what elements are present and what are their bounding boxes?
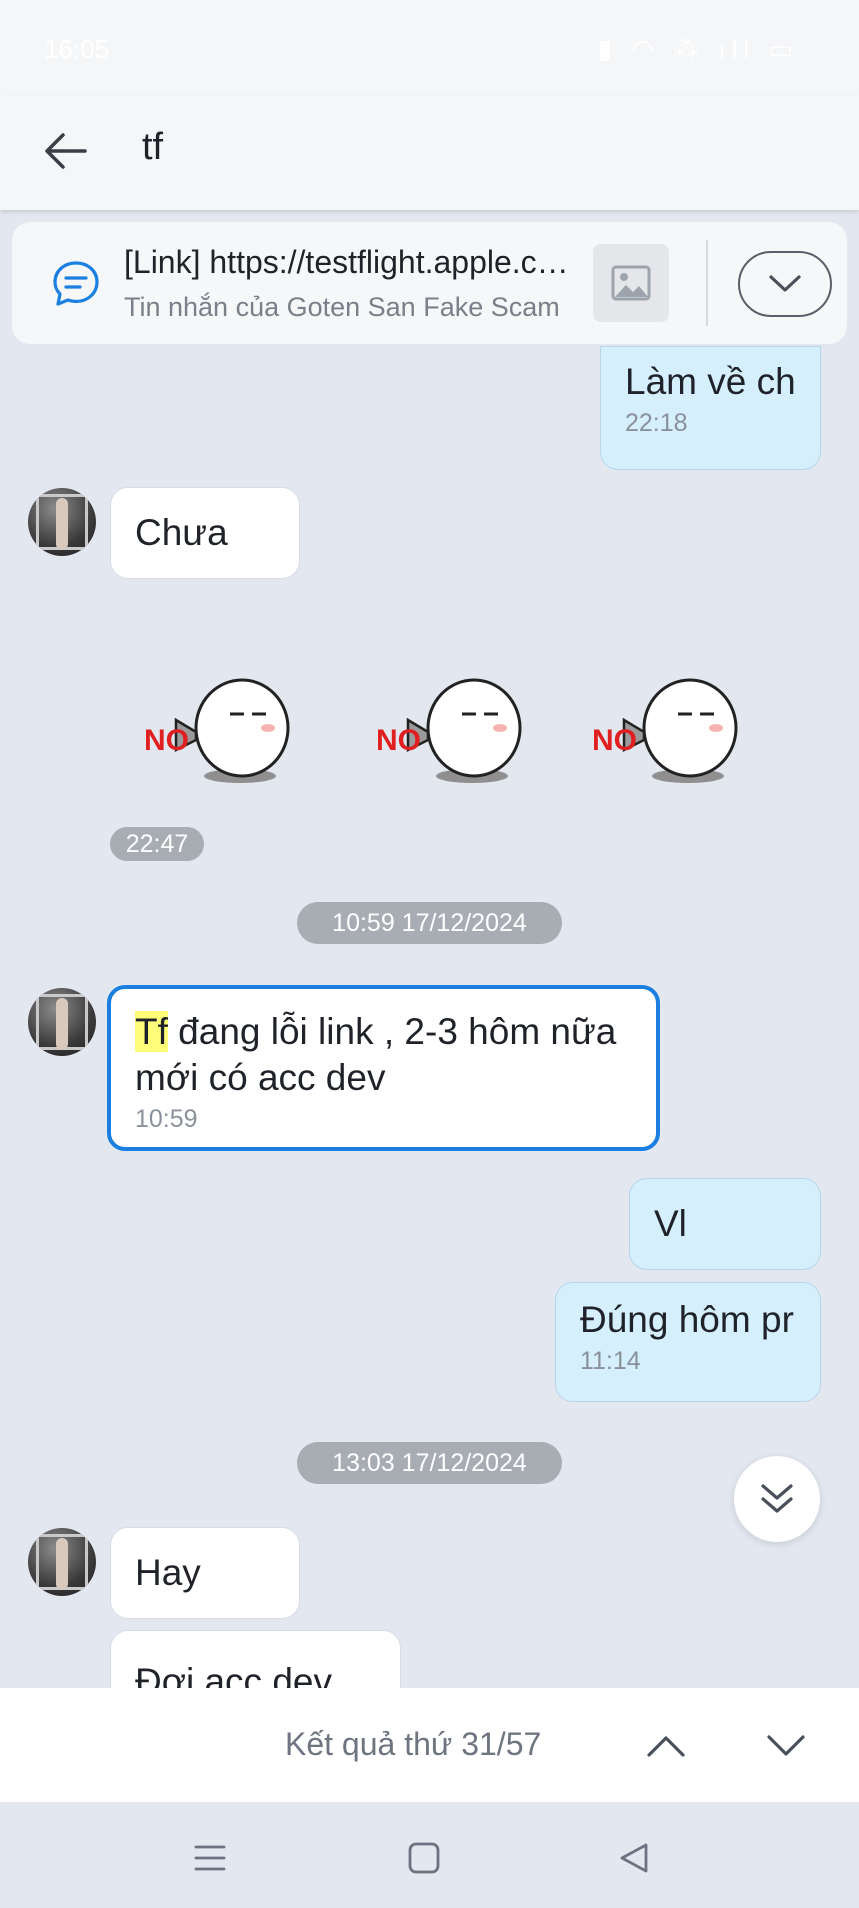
next-result-button[interactable] — [756, 1716, 816, 1776]
avatar[interactable] — [28, 488, 96, 556]
message-bubble-highlighted[interactable]: Tf đang lỗi link , 2-3 hôm nữa mới có ac… — [107, 985, 660, 1151]
avatar[interactable] — [28, 1528, 96, 1596]
message-bubble-outgoing[interactable]: Đúng hôm pr 11:14 — [555, 1282, 821, 1402]
sticker-label: NO — [592, 724, 637, 757]
search-highlight: Tf — [135, 1011, 168, 1052]
message-text: Chưa — [135, 512, 228, 553]
pinned-divider — [706, 240, 708, 326]
sticker[interactable]: NO — [372, 650, 532, 790]
message-bubble-outgoing[interactable]: Vl — [629, 1178, 821, 1270]
status-icons: ▮ ◠ ⁂ ıll ▭ — [597, 34, 799, 64]
menu-button[interactable] — [190, 1838, 230, 1878]
system-nav-bar — [0, 1802, 859, 1908]
message-time: 11:14 — [580, 1347, 641, 1375]
sticker-label: NO — [144, 724, 189, 757]
sticker[interactable]: NO — [588, 650, 748, 790]
message-icon — [53, 261, 99, 306]
message-text: Tf đang lỗi link , 2-3 hôm nữa mới có ac… — [135, 1009, 632, 1101]
chevron-down-icon — [769, 275, 801, 292]
message-text: Vl — [654, 1203, 687, 1244]
expand-button[interactable] — [738, 251, 832, 317]
search-header: tf — [0, 96, 859, 210]
avatar[interactable] — [28, 988, 96, 1056]
message-bubble-incoming[interactable]: Đợi acc dev về — [110, 1630, 401, 1688]
back-button[interactable] — [40, 126, 90, 176]
back-system-button[interactable] — [614, 1838, 654, 1878]
back-arrow-icon — [45, 133, 87, 169]
date-separator: 13:03 17/12/2024 — [297, 1442, 562, 1484]
sticker-time: 22:47 — [110, 827, 204, 861]
previous-result-button[interactable] — [636, 1716, 696, 1776]
chevron-down-icon — [767, 1735, 805, 1756]
message-time: 22:18 — [625, 409, 688, 437]
image-icon — [611, 265, 651, 301]
message-bubble-incoming[interactable]: Chưa — [110, 487, 300, 579]
sticker-label: NO — [376, 724, 421, 757]
sticker[interactable]: NO — [140, 650, 300, 790]
message-text: Đúng hôm pr — [580, 1299, 794, 1340]
message-bubble-outgoing[interactable]: Làm về ch 22:18 — [600, 346, 821, 470]
chevron-up-icon — [647, 1736, 685, 1757]
date-separator: 10:59 17/12/2024 — [297, 902, 562, 944]
search-query[interactable]: tf — [142, 126, 163, 169]
menu-icon — [194, 1845, 226, 1871]
message-text: Đợi acc dev về — [135, 1661, 332, 1688]
pinned-message[interactable]: [Link] https://testflight.apple.com/join… — [12, 222, 847, 344]
status-bar: 16:05 ▮ ◠ ⁂ ıll ▭ — [0, 0, 859, 96]
triangle-back-icon — [620, 1843, 648, 1873]
message-time: 10:59 — [135, 1105, 198, 1133]
pinned-thumbnail[interactable] — [593, 244, 669, 322]
double-chevron-down-icon — [761, 1484, 793, 1513]
scroll-to-bottom-button[interactable] — [734, 1456, 820, 1542]
home-square-icon — [408, 1842, 440, 1874]
message-text-rest: đang lỗi link , 2-3 hôm nữa mới có acc d… — [135, 1011, 617, 1098]
search-results-bar: Kết quả thứ 31/57 — [0, 1688, 859, 1802]
message-bubble-incoming[interactable]: Hay — [110, 1527, 300, 1619]
search-result-counter: Kết quả thứ 31/57 — [285, 1726, 542, 1762]
pinned-subtitle: Tin nhắn của Goten San Fake Scam — [124, 292, 560, 322]
pinned-title: [Link] https://testflight.apple.com/join… — [124, 244, 586, 280]
status-time: 16:05 — [44, 34, 110, 64]
chat-area[interactable]: [Link] https://testflight.apple.com/join… — [0, 210, 859, 1688]
home-button[interactable] — [404, 1838, 444, 1878]
message-text: Hay — [135, 1552, 201, 1593]
message-text: Làm về ch — [625, 361, 796, 402]
